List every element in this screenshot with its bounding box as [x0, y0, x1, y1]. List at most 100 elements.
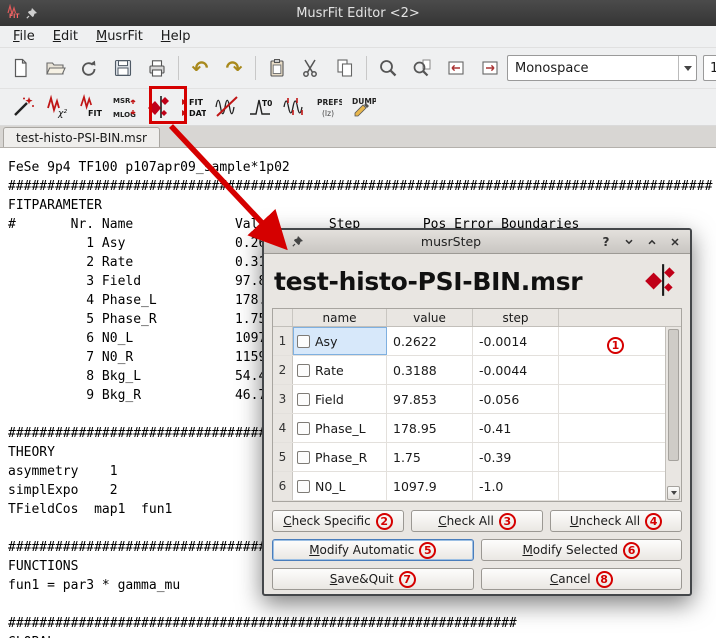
param-value[interactable]: 0.2622 — [387, 327, 473, 355]
param-step[interactable]: -0.0014 — [473, 327, 559, 355]
print-button[interactable] — [140, 52, 174, 84]
musr-t0-button[interactable]: T0 — [244, 91, 278, 123]
main-toolbar: ↶ ↷ — [0, 48, 716, 88]
font-size-spinner[interactable]: 12 — [703, 55, 716, 81]
open-file-button[interactable] — [38, 52, 72, 84]
empty-cell — [559, 356, 665, 384]
param-checkbox[interactable] — [297, 335, 310, 348]
raw-oscillation-icon — [282, 94, 308, 120]
param-row-rate[interactable]: 2 Rate 0.3188 -0.0044 — [273, 356, 665, 385]
find-previous-button[interactable] — [439, 52, 473, 84]
param-value[interactable]: 178.95 — [387, 414, 473, 442]
musr-wizard-button[interactable] — [6, 91, 40, 123]
param-value[interactable]: 1.75 — [387, 443, 473, 471]
param-row-phase-l[interactable]: 4 Phase_L 178.95 -0.41 — [273, 414, 665, 443]
swap-msr-mlog-button[interactable]: MSR MLOG — [108, 91, 142, 123]
musr-step-button[interactable] — [142, 91, 176, 123]
empty-cell — [559, 414, 665, 442]
reload-file-button[interactable] — [72, 52, 106, 84]
undo-icon: ↶ — [192, 58, 209, 78]
tab-msr-file[interactable]: test-histo-PSI-BIN.msr — [3, 127, 160, 148]
copy-button[interactable] — [328, 52, 362, 84]
param-row-field[interactable]: 3 Field 97.853 -0.056 — [273, 385, 665, 414]
save-quit-button[interactable]: Save&Quit 7 — [272, 568, 474, 590]
musrview-button[interactable] — [210, 91, 244, 123]
font-family-combo[interactable]: Monospace — [507, 55, 697, 81]
chevron-down-icon[interactable] — [678, 56, 696, 80]
dialog-help-button[interactable]: ? — [598, 234, 614, 250]
menu-help[interactable]: Help — [152, 27, 200, 46]
chisq-icon: χ² — [44, 94, 70, 120]
annotation-circle-6: 6 — [623, 542, 640, 559]
new-file-button[interactable] — [4, 52, 38, 84]
param-step[interactable]: -0.0044 — [473, 356, 559, 384]
annotation-circle-4: 4 — [645, 513, 662, 530]
param-value[interactable]: 97.853 — [387, 385, 473, 413]
param-row-n0-l[interactable]: 6 N0_L 1097.9 -1.0 — [273, 472, 665, 501]
parameter-table[interactable]: name value step 1 Asy 0.2622 -0.0014 2 — [272, 308, 682, 502]
find-next-icon — [479, 57, 501, 79]
menu-musrfit[interactable]: MusrFit — [87, 27, 152, 46]
replace-button[interactable] — [405, 52, 439, 84]
paste-button[interactable] — [260, 52, 294, 84]
col-header-value[interactable]: value — [387, 309, 473, 326]
pin-icon[interactable] — [292, 232, 304, 251]
prefs-icon: PREFS (Iz) — [316, 94, 342, 120]
annotation-circle-5: 5 — [419, 542, 436, 559]
calc-chisq-button[interactable]: χ² — [40, 91, 74, 123]
musr-prefs-button[interactable]: PREFS (Iz) — [312, 91, 346, 123]
save-file-button[interactable] — [106, 52, 140, 84]
check-all-button[interactable]: Check All 3 — [411, 510, 543, 532]
scrollbar-thumb[interactable] — [668, 329, 679, 461]
col-header-name[interactable]: name — [293, 309, 387, 326]
undo-button[interactable]: ↶ — [183, 52, 217, 84]
svg-text:FIT: FIT — [189, 98, 203, 107]
param-name-cell[interactable]: Rate — [293, 356, 387, 384]
param-step[interactable]: -0.39 — [473, 443, 559, 471]
dialog-maximize-button[interactable] — [644, 234, 660, 250]
param-checkbox[interactable] — [297, 422, 310, 435]
param-value[interactable]: 0.3188 — [387, 356, 473, 384]
find-button[interactable] — [371, 52, 405, 84]
param-name-cell[interactable]: Phase_L — [293, 414, 387, 442]
param-name-cell[interactable]: Phase_R — [293, 443, 387, 471]
param-checkbox[interactable] — [297, 451, 310, 464]
param-step[interactable]: -0.056 — [473, 385, 559, 413]
scrollbar-down-button[interactable] — [667, 486, 680, 500]
dialog-close-button[interactable] — [667, 234, 683, 250]
param-row-phase-r[interactable]: 5 Phase_R 1.75 -0.39 — [273, 443, 665, 472]
find-next-button[interactable] — [473, 52, 507, 84]
dialog-titlebar[interactable]: musrStep ? — [264, 230, 690, 254]
param-checkbox[interactable] — [297, 393, 310, 406]
table-header-row: name value step — [273, 309, 681, 327]
modify-selected-button[interactable]: Modify Selected 6 — [481, 539, 683, 561]
cut-button[interactable] — [294, 52, 328, 84]
menu-file[interactable]: File — [4, 27, 44, 46]
musr-dump-button[interactable]: DUMP — [346, 91, 380, 123]
param-row-asy[interactable]: 1 Asy 0.2622 -0.0014 — [273, 327, 665, 356]
param-name-cell[interactable]: Field — [293, 385, 387, 413]
modify-automatic-button[interactable]: Modify Automatic 5 — [272, 539, 474, 561]
check-specific-button[interactable]: Check Specific 2 — [272, 510, 404, 532]
param-step[interactable]: -0.41 — [473, 414, 559, 442]
param-value[interactable]: 1097.9 — [387, 472, 473, 500]
chevron-down-icon — [624, 237, 634, 247]
uncheck-all-button[interactable]: Uncheck All 4 — [550, 510, 682, 532]
col-header-step[interactable]: step — [473, 309, 559, 326]
param-checkbox[interactable] — [297, 364, 310, 377]
param-name-cell[interactable]: Asy — [293, 327, 387, 355]
cancel-button[interactable]: Cancel 8 — [481, 568, 683, 590]
fit-with-data-button[interactable]: FIT DAT — [176, 91, 210, 123]
param-name-cell[interactable]: N0_L — [293, 472, 387, 500]
param-checkbox[interactable] — [297, 480, 310, 493]
raw-data-plot-button[interactable] — [278, 91, 312, 123]
dialog-shade-button[interactable] — [621, 234, 637, 250]
window-titlebar[interactable]: FIT MusrFit Editor <2> — [0, 0, 716, 26]
param-step[interactable]: -1.0 — [473, 472, 559, 500]
menu-edit[interactable]: Edit — [44, 27, 87, 46]
empty-cell — [559, 472, 665, 500]
find-previous-icon — [445, 57, 467, 79]
table-scrollbar[interactable] — [665, 327, 681, 501]
fit-button[interactable]: FIT — [74, 91, 108, 123]
redo-button[interactable]: ↷ — [217, 52, 251, 84]
